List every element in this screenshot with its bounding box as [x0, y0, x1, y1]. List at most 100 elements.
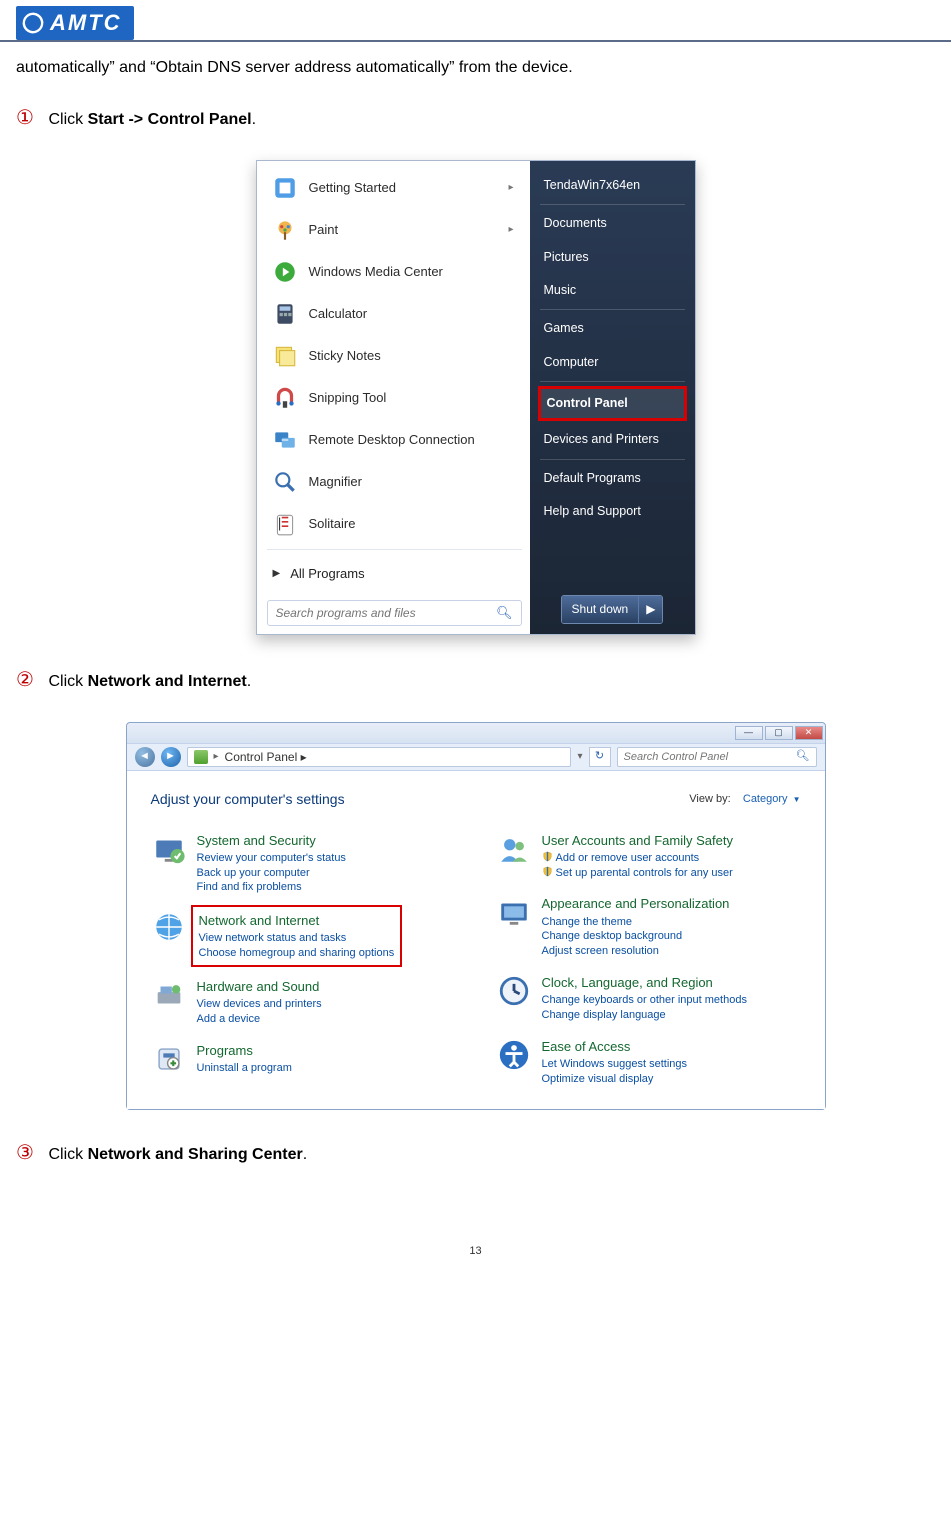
- step-3-number: ③: [16, 1138, 44, 1169]
- step-2-text: Click Network and Internet.: [48, 673, 251, 690]
- cp-category-icon: [151, 909, 187, 945]
- search-icon[interactable]: 🔍︎: [796, 748, 810, 765]
- start-menu-item[interactable]: Getting Started▸: [263, 167, 526, 209]
- cp-category-link[interactable]: Set up parental controls for any user: [542, 866, 733, 881]
- cp-category: User Accounts and Family SafetyAdd or re…: [496, 831, 801, 881]
- cp-category: Hardware and SoundView devices and print…: [151, 977, 456, 1027]
- cp-category-link[interactable]: Change keyboards or other input methods: [542, 993, 747, 1008]
- chevron-down-icon: ▼: [793, 795, 801, 804]
- nav-back-button[interactable]: ◄: [135, 747, 155, 767]
- page-number: 13: [0, 1205, 951, 1267]
- step-1-text: Click Start -> Control Panel.: [48, 111, 256, 128]
- cp-category-icon: [496, 831, 532, 867]
- cp-category: Clock, Language, and RegionChange keyboa…: [496, 973, 801, 1023]
- cp-category-link[interactable]: View devices and printers: [197, 997, 322, 1012]
- start-right-control-panel[interactable]: Control Panel: [538, 386, 687, 421]
- start-right-item[interactable]: Default Programs: [534, 462, 691, 495]
- refresh-button[interactable]: ↻: [589, 747, 611, 767]
- cp-category-link[interactable]: Change display language: [542, 1008, 747, 1023]
- start-menu-item[interactable]: Paint▸: [263, 209, 526, 251]
- app-icon: [271, 510, 299, 538]
- app-icon: [271, 426, 299, 454]
- window-maximize-button[interactable]: ▢: [765, 726, 793, 740]
- cp-category-link[interactable]: Adjust screen resolution: [542, 944, 730, 959]
- start-menu-search[interactable]: 🔍︎: [267, 600, 522, 626]
- start-menu-item-label: Magnifier: [309, 472, 362, 492]
- start-menu-item[interactable]: Windows Media Center: [263, 251, 526, 293]
- cp-category-icon: [496, 973, 532, 1009]
- cp-category-title[interactable]: System and Security: [197, 831, 346, 851]
- cp-category-title[interactable]: Ease of Access: [542, 1037, 688, 1057]
- start-right-item[interactable]: Pictures: [534, 241, 691, 274]
- search-input[interactable]: [276, 606, 496, 620]
- start-right-item[interactable]: TendaWin7x64en: [534, 169, 691, 202]
- cp-category-link[interactable]: Add a device: [197, 1012, 322, 1027]
- app-icon: [271, 384, 299, 412]
- figure-start-menu: Getting Started▸Paint▸Windows Media Cent…: [16, 160, 935, 635]
- start-menu-item[interactable]: Calculator: [263, 293, 526, 335]
- cp-category-title[interactable]: Programs: [197, 1041, 292, 1061]
- start-right-item[interactable]: Music: [534, 274, 691, 307]
- start-menu-all-programs[interactable]: ▶ All Programs: [263, 554, 526, 594]
- app-icon: [271, 258, 299, 286]
- shutdown-button[interactable]: Shut down ▶: [561, 595, 664, 624]
- cp-category-title[interactable]: Clock, Language, and Region: [542, 973, 747, 993]
- logo-mark-icon: [22, 12, 44, 34]
- breadcrumb-text: Control Panel ▸: [225, 748, 307, 767]
- cp-category-link[interactable]: Find and fix problems: [197, 880, 346, 895]
- cp-category-link[interactable]: Optimize visual display: [542, 1072, 688, 1087]
- shield-icon: [542, 867, 556, 879]
- breadcrumb[interactable]: ▸ Control Panel ▸: [187, 747, 572, 767]
- cp-category-link[interactable]: Change the theme: [542, 915, 730, 930]
- app-icon: [271, 342, 299, 370]
- cp-category-title[interactable]: Appearance and Personalization: [542, 894, 730, 914]
- cp-category-network-internet: Network and InternetView network status …: [151, 909, 456, 963]
- submenu-arrow-icon: ▸: [508, 180, 513, 196]
- shutdown-label: Shut down: [562, 596, 639, 623]
- cp-category-title[interactable]: Network and Internet: [199, 911, 395, 931]
- cp-category-title[interactable]: User Accounts and Family Safety: [542, 831, 733, 851]
- cp-viewby[interactable]: View by: Category ▼: [689, 791, 800, 808]
- intro-text: automatically” and “Obtain DNS server ad…: [16, 56, 935, 81]
- start-right-item[interactable]: Devices and Printers: [534, 423, 691, 456]
- chevron-right-icon: ▶: [273, 566, 281, 582]
- start-right-item[interactable]: Documents: [534, 207, 691, 240]
- brand-logo: AMTC: [16, 6, 134, 40]
- start-menu-item[interactable]: Magnifier: [263, 461, 526, 503]
- cp-search-input[interactable]: [624, 751, 796, 763]
- cp-category-link[interactable]: Uninstall a program: [197, 1061, 292, 1076]
- start-right-item[interactable]: Games: [534, 312, 691, 345]
- start-menu-item[interactable]: Solitaire: [263, 503, 526, 545]
- control-panel-body: Adjust your computer's settings View by:…: [127, 771, 825, 1109]
- cp-category-link[interactable]: Add or remove user accounts: [542, 851, 733, 866]
- start-menu-item[interactable]: Sticky Notes: [263, 335, 526, 377]
- cp-category-link[interactable]: Review your computer's status: [197, 851, 346, 866]
- cp-search-box[interactable]: 🔍︎: [617, 747, 817, 767]
- window-minimize-button[interactable]: —: [735, 726, 763, 740]
- explorer-address-bar: ◄ ► ▸ Control Panel ▸ ▾ ↻ 🔍︎: [127, 743, 825, 771]
- control-panel-icon: [194, 750, 208, 764]
- window-close-button[interactable]: ✕: [795, 726, 823, 740]
- cp-category-icon: [151, 831, 187, 867]
- cp-category-icon: [496, 1037, 532, 1073]
- cp-heading-row: Adjust your computer's settings View by:…: [151, 789, 801, 811]
- shutdown-menu-chevron-icon[interactable]: ▶: [638, 596, 662, 623]
- cp-category-link[interactable]: Change desktop background: [542, 929, 730, 944]
- start-menu-item[interactable]: Remote Desktop Connection: [263, 419, 526, 461]
- cp-category-link[interactable]: Choose homegroup and sharing options: [199, 946, 395, 961]
- cp-category-icon: [151, 977, 187, 1013]
- start-menu-left: Getting Started▸Paint▸Windows Media Cent…: [257, 161, 530, 634]
- start-right-item[interactable]: Help and Support: [534, 495, 691, 528]
- start-menu: Getting Started▸Paint▸Windows Media Cent…: [256, 160, 696, 635]
- search-icon[interactable]: 🔍︎: [496, 603, 513, 623]
- start-menu-power-row: Shut down ▶: [534, 589, 691, 626]
- cp-category-title[interactable]: Hardware and Sound: [197, 977, 322, 997]
- start-right-item[interactable]: Computer: [534, 346, 691, 379]
- cp-category-link[interactable]: View network status and tasks: [199, 931, 395, 946]
- start-menu-item[interactable]: Snipping Tool: [263, 377, 526, 419]
- start-right-separator: [540, 459, 685, 460]
- nav-forward-button[interactable]: ►: [161, 747, 181, 767]
- cp-category-link[interactable]: Let Windows suggest settings: [542, 1057, 688, 1072]
- cp-category-link[interactable]: Back up your computer: [197, 866, 346, 881]
- app-icon: [271, 174, 299, 202]
